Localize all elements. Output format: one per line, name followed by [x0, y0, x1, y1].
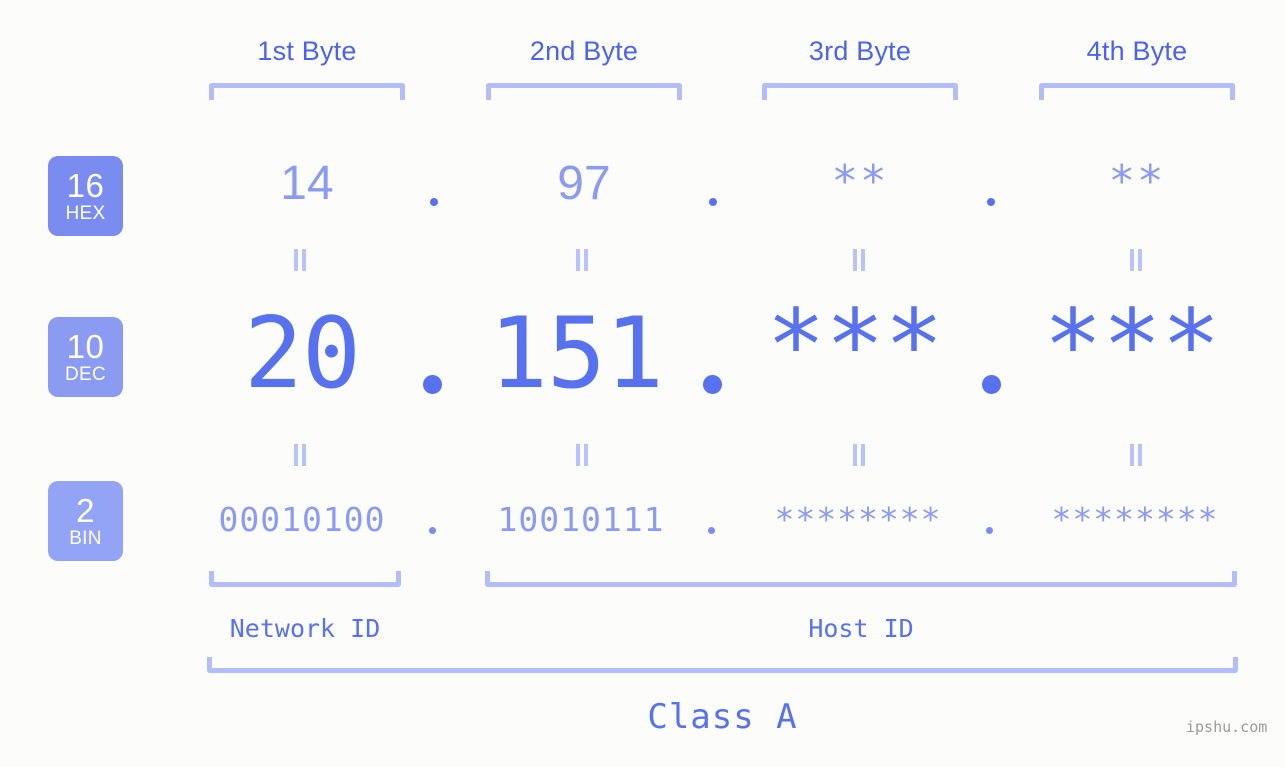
equals-icon-dec-bin-1: [294, 444, 308, 466]
equals-icon-dec-bin-2: [576, 444, 590, 466]
bin-value-byte-4: ********: [1051, 500, 1219, 539]
network-id-bracket: [209, 571, 401, 587]
dec-dot-separator-2: [703, 375, 722, 394]
equals-icon-dec-bin-3: [853, 444, 867, 466]
bin-dot-separator-2: [708, 527, 715, 534]
byte-bracket-2: [486, 83, 682, 100]
dec-value-byte-1: 20: [243, 297, 361, 411]
hex-dot-separator-1: [430, 198, 438, 206]
base-badge-bin-label: BIN: [69, 528, 102, 549]
equals-icon-hex-dec-3: [853, 249, 867, 271]
hex-value-byte-1: 14: [280, 157, 334, 210]
ip-address-breakdown-diagram: 1st Byte 2nd Byte 3rd Byte 4th Byte 16 H…: [0, 0, 1285, 767]
byte-bracket-4: [1039, 83, 1235, 100]
bin-value-byte-1: 00010100: [218, 500, 386, 539]
byte-bracket-1: [209, 83, 405, 100]
dec-value-byte-3: ***: [766, 289, 944, 403]
base-badge-hex-label: HEX: [65, 203, 106, 224]
bin-value-byte-3: ********: [774, 500, 942, 539]
base-badge-dec-label: DEC: [64, 364, 106, 385]
byte-header-2: 2nd Byte: [529, 36, 639, 66]
base-badge-hex-number: 16: [66, 167, 105, 204]
dec-value-byte-2: 151: [488, 297, 664, 411]
dec-dot-separator-1: [423, 375, 442, 394]
equals-icon-hex-dec-1: [294, 249, 308, 271]
class-bracket: [207, 657, 1238, 673]
byte-header-1: 1st Byte: [257, 36, 357, 66]
base-badge-dec: 10 DEC: [48, 317, 123, 397]
host-id-label: Host ID: [808, 614, 914, 643]
byte-bracket-3: [762, 83, 958, 100]
hex-value-byte-2: 97: [557, 157, 611, 210]
hex-dot-separator-2: [709, 198, 717, 206]
equals-icon-hex-dec-4: [1130, 249, 1144, 271]
site-watermark: ipshu.com: [1186, 718, 1268, 736]
hex-dot-separator-3: [987, 198, 995, 206]
bin-dot-separator-3: [986, 527, 993, 534]
host-id-bracket: [485, 571, 1237, 587]
bin-value-byte-2: 10010111: [497, 500, 665, 539]
hex-value-byte-4: **: [1108, 156, 1166, 207]
base-badge-bin-number: 2: [76, 492, 95, 529]
equals-icon-dec-bin-4: [1130, 444, 1144, 466]
bin-dot-separator-1: [429, 527, 436, 534]
dec-value-byte-4: ***: [1043, 289, 1221, 403]
dec-dot-separator-3: [982, 375, 1001, 394]
class-label: Class A: [647, 697, 798, 737]
hex-value-byte-3: **: [831, 156, 889, 207]
base-badge-dec-number: 10: [66, 328, 105, 365]
equals-icon-hex-dec-2: [576, 249, 590, 271]
byte-header-4: 4th Byte: [1086, 36, 1188, 66]
base-badge-bin: 2 BIN: [48, 481, 123, 561]
base-badge-hex: 16 HEX: [48, 156, 123, 236]
network-id-label: Network ID: [229, 614, 381, 643]
byte-header-3: 3rd Byte: [808, 36, 912, 66]
